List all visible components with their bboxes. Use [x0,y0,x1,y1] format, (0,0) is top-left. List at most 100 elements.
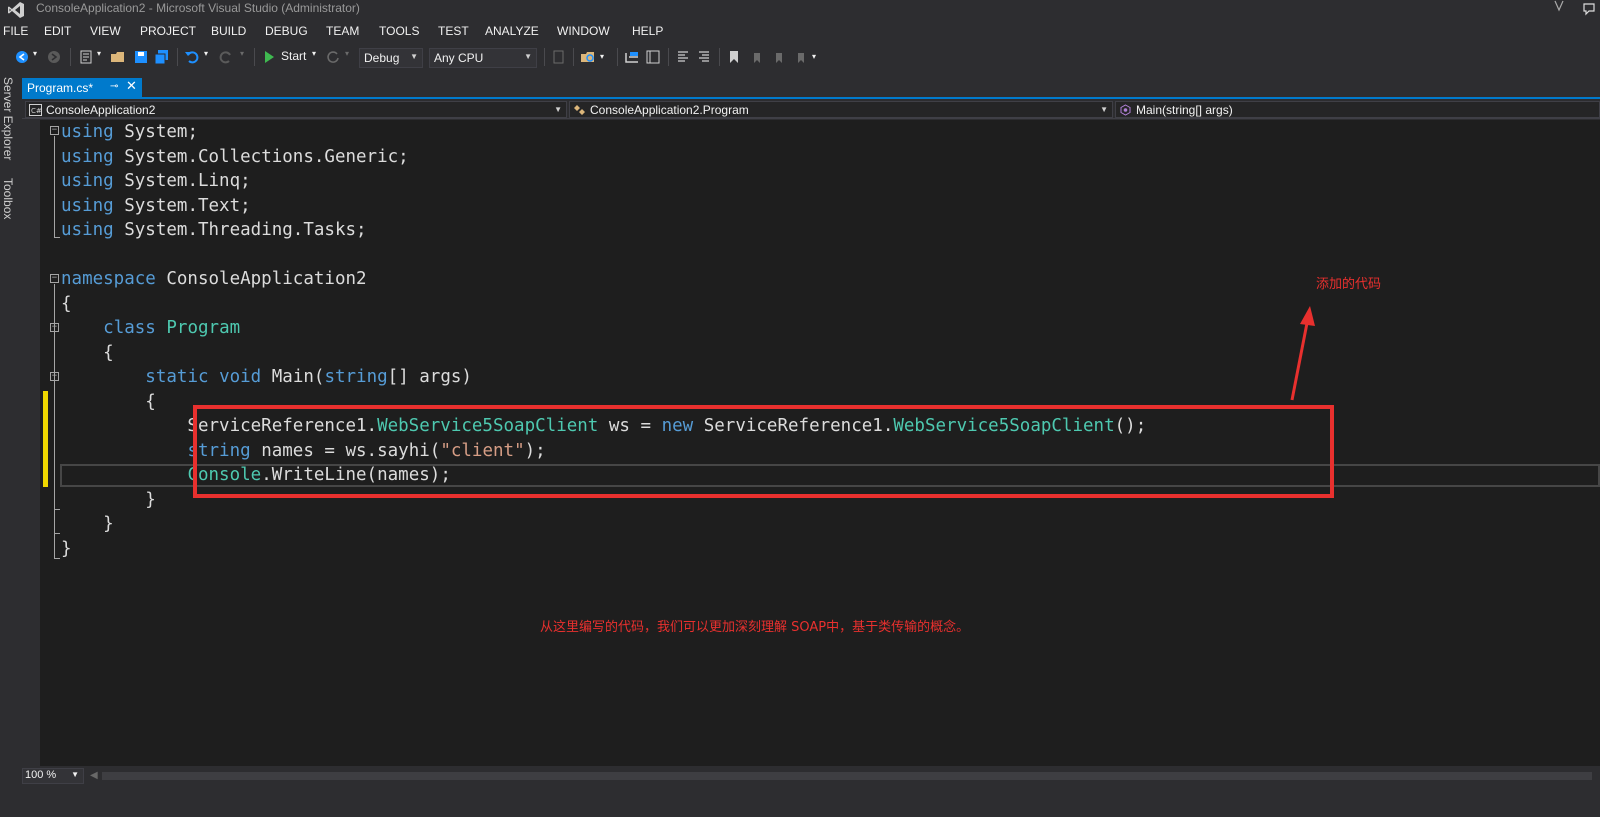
toolbar-separator [254,48,255,66]
code-line[interactable]: } [61,512,114,536]
start-debugging-icon[interactable] [261,49,277,65]
code-line[interactable]: { [61,341,114,365]
next-bookmark-icon[interactable] [770,49,786,65]
code-token: } [61,538,72,559]
menu-help[interactable]: HELP [632,24,663,38]
redo-icon[interactable] [218,49,234,65]
code-line[interactable]: } [61,537,72,561]
menu-project[interactable]: PROJECT [140,24,196,38]
chevron-down-icon: ▼ [71,770,79,779]
code-line[interactable]: { [61,390,156,414]
menu-tools[interactable]: TOOLS [379,24,419,38]
tab-program-cs[interactable]: Program.cs* ⊸ ✕ [22,78,142,98]
code-token: using [61,146,114,167]
undo-icon[interactable] [184,49,200,65]
redo-dropdown-arrow-icon[interactable]: ▾ [240,49,244,58]
menu-window[interactable]: WINDOW [557,24,610,38]
previous-bookmark-icon[interactable] [748,49,764,65]
member-dropdown[interactable]: Main(string[] args) [1115,101,1600,118]
close-icon[interactable]: ✕ [126,79,137,94]
save-all-icon[interactable] [154,49,170,65]
menu-view[interactable]: VIEW [90,24,121,38]
open-file-icon[interactable] [110,49,126,65]
zoom-dropdown[interactable]: 100 % ▼ [22,768,84,784]
collapse-method-icon[interactable]: − [50,372,59,381]
navigate-back-icon[interactable] [14,49,30,65]
code-token: { [61,342,114,363]
uncomment-lines-icon[interactable] [696,49,712,65]
refresh-icon[interactable] [325,49,341,65]
code-token: Program [166,318,241,338]
scroll-left-icon[interactable]: ◀ [90,770,98,781]
toolbox-tab[interactable]: Toolbox [1,178,15,219]
menu-build[interactable]: BUILD [211,24,246,38]
code-line[interactable]: class Program [61,316,240,340]
find-in-files-icon[interactable] [580,49,596,65]
toolbar-overflow-icon[interactable]: ▾ [812,52,816,61]
outline-guide-end [54,237,60,238]
project-dropdown[interactable]: C# ConsoleApplication2 ▼ [25,101,567,118]
menu-debug[interactable]: DEBUG [265,24,308,38]
collapse-usings-icon[interactable]: − [50,126,59,135]
save-icon[interactable] [133,49,149,65]
added-code-highlight-box [193,405,1334,498]
toolbar-separator [544,48,545,66]
menu-bar: FILE EDIT VIEW PROJECT BUILD DEBUG TEAM … [0,21,1600,41]
outline-guide-end [54,558,60,559]
code-line[interactable]: { [61,292,72,316]
code-token: using [61,195,114,216]
undo-dropdown-arrow-icon[interactable]: ▾ [204,49,208,58]
type-dropdown[interactable]: ConsoleApplication2.Program ▼ [569,101,1113,118]
feedback-icon[interactable] [1582,2,1596,16]
collapse-class-icon[interactable]: − [50,323,59,332]
new-project-icon[interactable] [78,49,94,65]
code-line[interactable]: using System.Linq; [61,169,251,193]
new-dropdown-arrow-icon[interactable]: ▾ [97,49,101,58]
start-dropdown-arrow-icon[interactable]: ▾ [312,49,316,58]
code-token: System.Linq; [113,171,251,191]
toolbar-separator [177,48,178,66]
start-button[interactable]: Start [281,49,306,63]
code-token: [] args) [387,367,472,387]
back-dropdown-arrow-icon[interactable]: ▾ [33,49,37,58]
menu-file[interactable]: FILE [3,24,28,38]
code-line[interactable]: using System.Threading.Tasks; [61,218,367,242]
title-bar: ConsoleApplication2 - Microsoft Visual S… [0,0,1600,20]
code-token: { [61,391,156,412]
pin-icon[interactable]: ⊸ [110,81,118,92]
code-token: System.Collections.Generic; [113,146,409,167]
code-line[interactable]: using System.Text; [61,194,251,218]
editor-bottom-bar: 100 % ▼ ◀ [22,766,1600,786]
chevron-down-icon: ▼ [410,52,418,61]
menu-edit[interactable]: EDIT [44,24,71,38]
menu-analyze[interactable]: ANALYZE [485,24,539,38]
comment-lines-icon[interactable] [675,49,691,65]
server-explorer-tab[interactable]: Server Explorer [1,77,15,160]
code-token: System.Text; [113,195,251,216]
code-line[interactable]: using System.Collections.Generic; [61,145,409,169]
navigation-bar: C# ConsoleApplication2 ▼ ConsoleApplicat… [22,100,1600,119]
code-token: Main( [261,367,325,387]
attach-process-icon[interactable] [551,49,567,65]
bookmark-icon[interactable] [726,49,742,65]
navigate-forward-icon[interactable] [46,49,62,65]
clear-bookmarks-icon[interactable] [792,49,808,65]
class-view-icon[interactable] [645,49,661,65]
code-line[interactable]: static void Main(string[] args) [61,365,472,389]
find-dropdown-arrow-icon[interactable]: ▾ [600,52,604,61]
code-line[interactable]: } [61,488,156,512]
solution-explorer-icon[interactable] [624,49,640,65]
collapse-namespace-icon[interactable]: − [50,274,59,283]
solution-platform-dropdown[interactable]: Any CPU ▼ [429,48,537,68]
menu-test[interactable]: TEST [438,24,469,38]
refresh-dropdown-arrow-icon[interactable]: ▾ [345,49,349,58]
solution-configuration-dropdown[interactable]: Debug ▼ [359,48,423,68]
notification-flag-icon[interactable] [1552,0,1566,14]
menu-team[interactable]: TEAM [326,24,359,38]
code-line[interactable]: namespace ConsoleApplication2 [61,267,367,291]
code-line[interactable]: using System; [61,120,198,144]
horizontal-scrollbar[interactable] [102,772,1592,780]
